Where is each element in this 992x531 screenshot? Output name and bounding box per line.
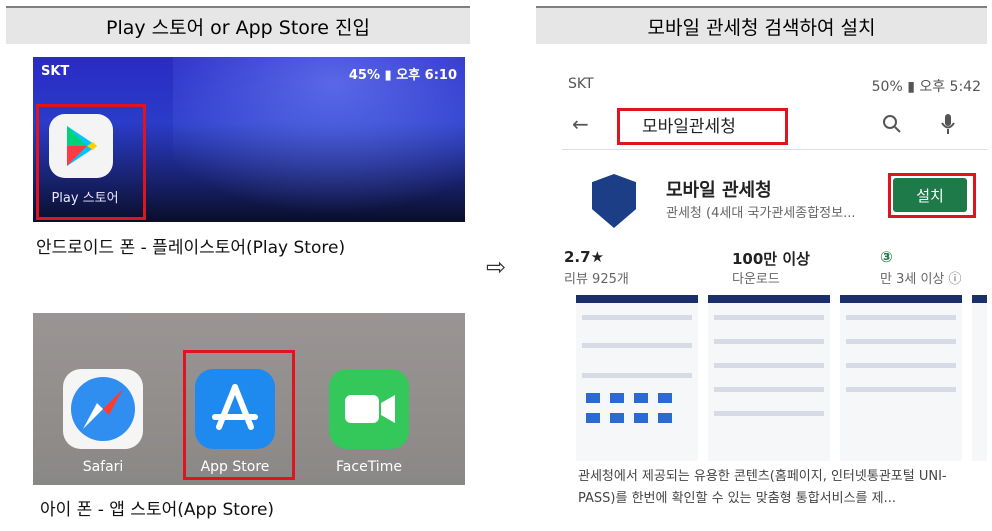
app-developer: 관세청 (4세대 국가관세종합정보... bbox=[666, 206, 856, 221]
app-description: 관세청에서 제공되는 유용한 콘텐츠(홈페이지, 인터넷통관포털 UNI-PAS… bbox=[578, 469, 947, 506]
screenshot-thumbnail[interactable] bbox=[576, 295, 698, 461]
facetime-label: FaceTime bbox=[336, 459, 402, 475]
right-section-title: 모바일 관세청 검색하여 설치 bbox=[536, 6, 987, 44]
play-store-icon[interactable] bbox=[49, 114, 113, 178]
screenshot-thumbnail[interactable] bbox=[708, 295, 830, 461]
rating-value: 2.7★ bbox=[564, 248, 605, 266]
microphone-icon[interactable] bbox=[940, 112, 956, 140]
android-home-screen: SKT 45% ▮ 오후 6:10 Play 스토어 bbox=[33, 57, 465, 222]
status-right: 45% ▮ 오후 6:10 bbox=[348, 68, 457, 83]
customs-app-logo bbox=[592, 174, 636, 228]
carrier-label: SKT bbox=[568, 76, 594, 92]
status-right: 50% ▮ 오후 5:42 bbox=[871, 79, 981, 95]
highlight-install-button bbox=[888, 173, 976, 218]
left-section-title: Play 스토어 or App Store 진입 bbox=[6, 6, 470, 44]
safari-label: Safari bbox=[82, 459, 124, 475]
android-status-bar: SKT 45% ▮ 오후 6:10 bbox=[41, 64, 457, 83]
phone-status-bar: SKT 50% ▮ 오후 5:42 bbox=[562, 76, 987, 96]
highlight-search-field bbox=[617, 108, 788, 145]
back-arrow-icon[interactable]: ← bbox=[572, 112, 589, 136]
downloads-value: 100만 이상 bbox=[732, 250, 810, 268]
rating-label: 리뷰 925개 bbox=[564, 272, 629, 287]
safari-icon[interactable] bbox=[63, 369, 143, 449]
age-rating-label: 만 3세 이상 ⓘ bbox=[880, 272, 962, 287]
downloads-label: 다운로드 bbox=[732, 272, 780, 287]
app-name[interactable]: 모바일 관세청 bbox=[666, 176, 772, 202]
age-rating-icon: ③ bbox=[880, 248, 893, 266]
screenshot-thumbnail[interactable] bbox=[972, 295, 987, 461]
carrier-label: SKT bbox=[41, 64, 70, 79]
facetime-icon[interactable] bbox=[329, 369, 409, 449]
ios-caption: 아이 폰 - 앱 스토어(App Store) bbox=[40, 500, 275, 520]
highlight-app-store bbox=[183, 350, 295, 480]
screenshot-thumbnail[interactable] bbox=[840, 295, 962, 461]
play-store-label: Play 스토어 bbox=[51, 191, 119, 206]
android-caption: 안드로이드 폰 - 플레이스토어(Play Store) bbox=[36, 238, 346, 258]
next-step-arrow: ⇨ bbox=[486, 253, 507, 281]
search-icon[interactable] bbox=[882, 114, 902, 138]
